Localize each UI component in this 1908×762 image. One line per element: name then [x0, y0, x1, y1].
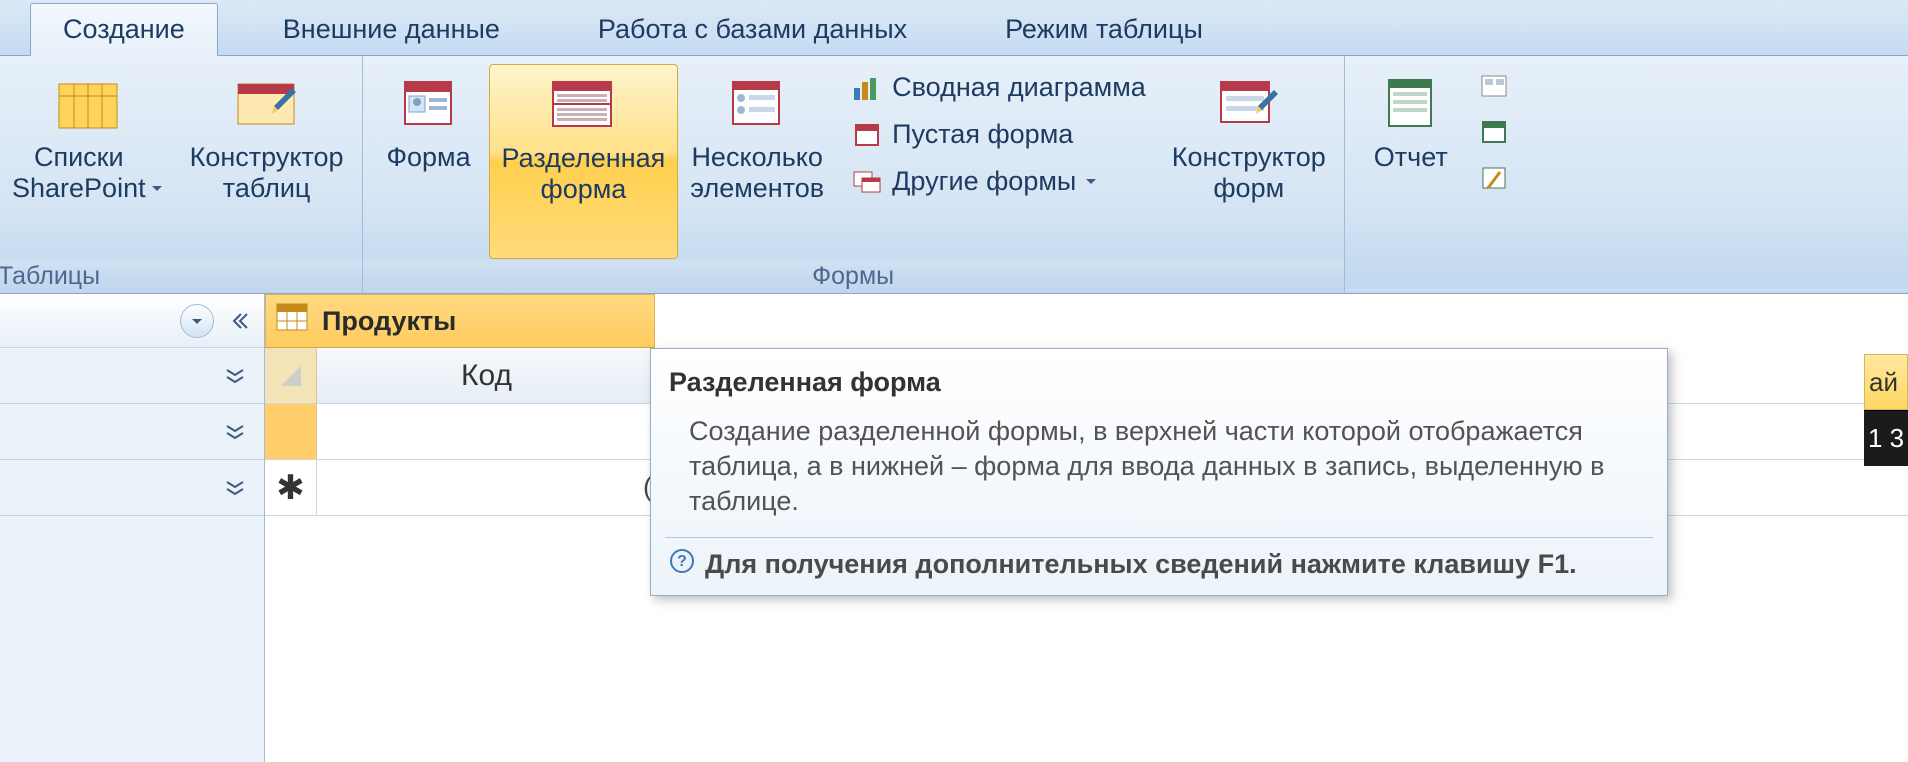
- form-design-button[interactable]: Конструктор форм: [1160, 64, 1338, 259]
- screentip: Разделенная форма Создание разделенной ф…: [650, 348, 1668, 596]
- more-forms-label: Другие формы: [892, 166, 1076, 197]
- report-extra-1[interactable]: [1471, 68, 1519, 106]
- sharepoint-lists-label: Списки SharePoint: [12, 142, 146, 204]
- tab-database-tools[interactable]: Работа с базами данных: [565, 3, 940, 55]
- split-form-button[interactable]: Разделенная форма: [489, 64, 679, 259]
- column-header-code[interactable]: Код: [317, 348, 657, 403]
- chevron-down-double-icon: [224, 423, 246, 441]
- chevron-down-double-icon: [224, 367, 246, 385]
- new-record-icon: ✱: [276, 468, 305, 508]
- dropdown-arrow-icon: [1082, 166, 1100, 197]
- split-form-label: Разделенная форма: [502, 143, 666, 207]
- more-forms-button[interactable]: Другие формы: [844, 162, 1152, 201]
- multiple-items-button[interactable]: Несколько элементов: [678, 64, 836, 259]
- ribbon: Списки SharePoint Конструктор таблиц: [0, 56, 1908, 294]
- ribbon-tab-bar: Создание Внешние данные Работа с базами …: [0, 0, 1908, 56]
- object-tab-products[interactable]: Продукты: [265, 294, 655, 348]
- form-button[interactable]: Форма: [369, 64, 489, 259]
- grid-cell[interactable]: [317, 404, 657, 459]
- clipped-right-column: ай 1 3: [1864, 354, 1908, 466]
- labels-icon: [1477, 72, 1513, 102]
- blank-form-icon: [850, 120, 886, 150]
- group-label-tables: Таблицы: [0, 260, 362, 293]
- nav-section-2[interactable]: [0, 404, 264, 460]
- pivot-chart-icon: [850, 73, 886, 103]
- blank-form-button[interactable]: Пустая форма: [844, 115, 1152, 154]
- report-extra-3[interactable]: [1471, 160, 1519, 198]
- nav-pane-collapse-button[interactable]: [222, 304, 256, 338]
- table-design-label: Конструктор таблиц: [190, 142, 344, 206]
- screentip-help-line: ? Для получения дополнительных сведений …: [669, 548, 1649, 581]
- table-icon: [55, 70, 123, 138]
- group-label-forms: Формы: [363, 260, 1344, 293]
- clipped-header: ай: [1864, 354, 1908, 410]
- pivot-chart-button[interactable]: Сводная диаграмма: [844, 68, 1152, 107]
- tab-create[interactable]: Создание: [30, 3, 218, 56]
- table-design-icon: [233, 70, 301, 138]
- row-header-selected[interactable]: [265, 404, 317, 459]
- nav-section-1[interactable]: [0, 348, 264, 404]
- datasheet-icon: [276, 303, 310, 340]
- sharepoint-lists-button[interactable]: Списки SharePoint: [0, 64, 178, 259]
- blank-form-label: Пустая форма: [892, 119, 1073, 150]
- split-form-icon: [549, 71, 617, 139]
- object-tab-title: Продукты: [322, 306, 456, 337]
- screentip-help-text: Для получения дополнительных сведений на…: [705, 549, 1577, 580]
- row-header-new: ✱: [265, 460, 317, 515]
- screentip-separator: [665, 537, 1653, 538]
- report-extra-2[interactable]: [1471, 114, 1519, 152]
- screentip-title: Разделенная форма: [669, 367, 1649, 398]
- dropdown-arrow-icon: [148, 142, 166, 204]
- more-forms-icon: [850, 167, 886, 197]
- chevron-down-double-icon: [224, 479, 246, 497]
- nav-pane-menu-button[interactable]: [180, 304, 214, 338]
- table-design-button[interactable]: Конструктор таблиц: [178, 64, 356, 259]
- select-all-corner[interactable]: [265, 348, 317, 403]
- navigation-pane: [0, 294, 265, 762]
- ribbon-group-forms: Форма Разделенная форма: [363, 56, 1345, 293]
- form-design-label: Конструктор форм: [1172, 142, 1326, 206]
- report-wizard-icon: [1477, 164, 1513, 194]
- report-icon: [1377, 70, 1445, 138]
- screentip-body: Создание разделенной формы, в верхней ча…: [669, 414, 1649, 537]
- ribbon-group-reports: Отчет: [1345, 56, 1908, 293]
- svg-text:?: ?: [677, 553, 687, 570]
- report-label: Отчет: [1374, 142, 1448, 206]
- multiple-items-icon: [723, 70, 791, 138]
- ribbon-group-tables: Списки SharePoint Конструктор таблиц: [0, 56, 363, 293]
- group-label-reports: [1345, 289, 1908, 293]
- form-label: Форма: [386, 142, 470, 206]
- pivot-chart-label: Сводная диаграмма: [892, 72, 1146, 103]
- help-icon: ?: [669, 548, 695, 581]
- form-design-icon: [1215, 70, 1283, 138]
- report-button[interactable]: Отчет: [1351, 64, 1471, 259]
- clipped-cell: 1 3: [1864, 410, 1908, 466]
- multiple-items-label: Несколько элементов: [690, 142, 824, 206]
- grid-cell-new[interactable]: (: [317, 460, 657, 515]
- form-icon: [395, 70, 463, 138]
- tab-datasheet[interactable]: Режим таблицы: [972, 3, 1236, 55]
- tab-external-data[interactable]: Внешние данные: [250, 3, 533, 55]
- nav-section-3[interactable]: [0, 460, 264, 516]
- blank-report-icon: [1477, 118, 1513, 148]
